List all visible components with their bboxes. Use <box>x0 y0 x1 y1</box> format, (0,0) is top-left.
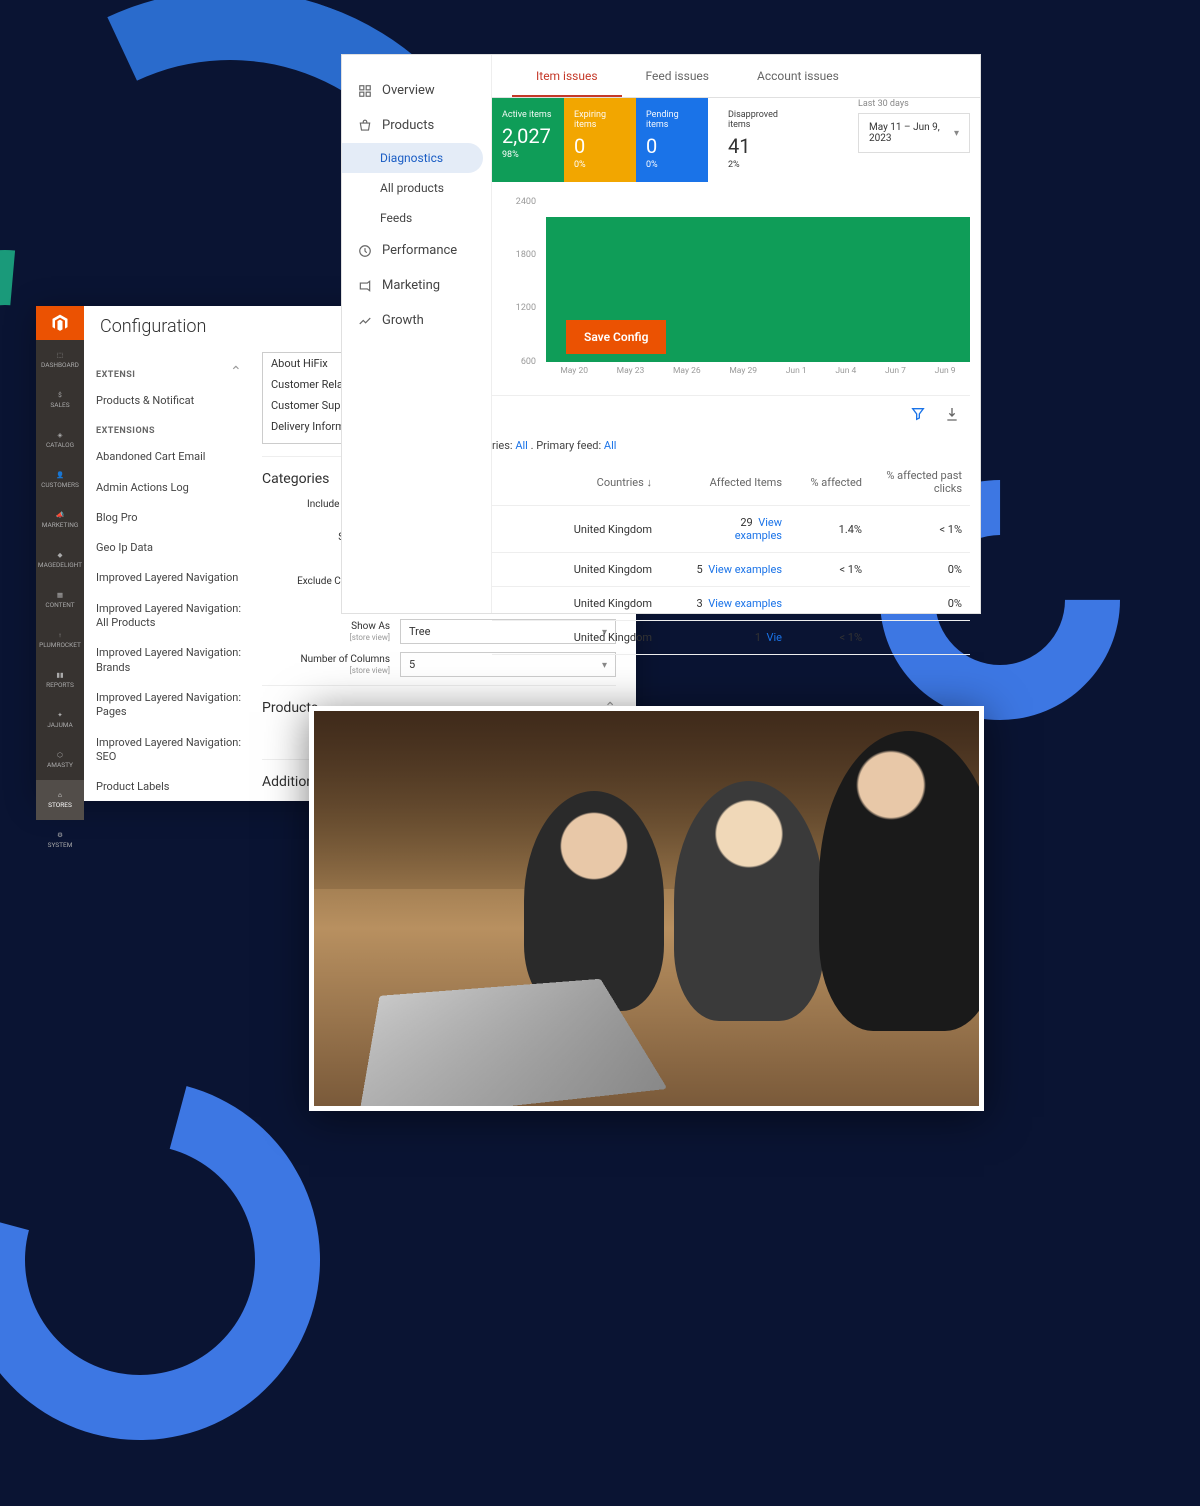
growth-icon <box>358 314 372 328</box>
feed-filter-link[interactable]: All <box>604 439 617 452</box>
nav-dashboard[interactable]: ⬚DASHBOARD <box>36 340 84 380</box>
person-figure <box>524 791 664 1011</box>
megaphone-icon: 📣 <box>56 511 64 519</box>
menu-item[interactable]: Improved Layered Navigation: Brands <box>96 638 242 683</box>
bar-chart-icon: ▮▮ <box>56 671 63 679</box>
field-label: Number of Columns[store view] <box>262 654 390 676</box>
sidebar-sub-feeds[interactable]: Feeds <box>342 203 491 233</box>
sidebar-item-marketing[interactable]: Marketing <box>342 268 491 303</box>
table-row: United Kingdom 5 View examples < 1% 0% <box>492 553 970 587</box>
nav-jajuma[interactable]: ✦JAJUMA <box>36 700 84 740</box>
menu-item[interactable]: Product Labels <box>96 772 242 801</box>
menu-section-header: EXTENSIONS <box>96 416 242 442</box>
sort-icon: ↓ <box>647 476 653 489</box>
menu-item[interactable]: Geo Ip Data <box>96 533 242 563</box>
page-icon: ▦ <box>57 591 63 599</box>
stat-expiring-items[interactable]: Expiring items 0 0% <box>564 98 636 182</box>
nav-amasty[interactable]: ⬡AMASTY <box>36 740 84 780</box>
table-row: United Kingdom 1 Vie < 1% <box>492 621 970 655</box>
nav-system[interactable]: ⚙SYSTEM <box>36 820 84 860</box>
table-toolbar <box>492 395 970 432</box>
diamond-icon: ◆ <box>58 551 63 559</box>
stat-disapproved-items[interactable]: Disapproved items 41 2% <box>708 98 808 182</box>
tab-item-issues[interactable]: Item issues <box>512 55 622 97</box>
stat-pending-items[interactable]: Pending items 0 0% <box>636 98 708 182</box>
sidebar-item-growth[interactable]: Growth <box>342 303 491 338</box>
chevron-down-icon <box>954 128 959 139</box>
sidebar-item-performance[interactable]: Performance <box>342 233 491 268</box>
nav-catalog[interactable]: ◈CATALOG <box>36 420 84 460</box>
person-figure <box>674 781 824 1021</box>
products-icon <box>358 119 372 133</box>
menu-item[interactable]: Improved Layered Navigation: All Product… <box>96 594 242 639</box>
hex-icon: ⬡ <box>57 751 63 759</box>
gm-tabs: Item issues Feed issues Account issues <box>492 55 980 98</box>
store-icon: ⌂ <box>58 791 62 799</box>
download-icon[interactable] <box>944 406 960 422</box>
nav-reports[interactable]: ▮▮REPORTS <box>36 660 84 700</box>
overview-icon <box>358 84 372 98</box>
field-label: Show As[store view] <box>262 621 390 643</box>
col-country[interactable]: Countries ↓ <box>500 476 692 489</box>
chevron-down-icon <box>602 658 607 671</box>
dollar-icon: $ <box>58 391 62 399</box>
menu-item[interactable]: Products & Notificat <box>96 386 242 416</box>
photo-card <box>309 706 984 1111</box>
sidebar-sub-diagnostics[interactable]: Diagnostics <box>342 143 483 173</box>
nav-magedelight[interactable]: ◆MAGEDELIGHT <box>36 540 84 580</box>
magento-nav: ⬚DASHBOARD $SALES ◈CATALOG 👤CUSTOMERS 📣M… <box>36 306 84 801</box>
x-axis: May 20 May 23 May 26 May 29 Jun 1 Jun 4 … <box>546 366 970 382</box>
nav-marketing[interactable]: 📣MARKETING <box>36 500 84 540</box>
nav-customers[interactable]: 👤CUSTOMERS <box>36 460 84 500</box>
sidebar-sub-all-products[interactable]: All products <box>342 173 491 203</box>
feed-filter-link[interactable]: All <box>515 439 528 452</box>
y-axis: 2400 1800 1200 600 <box>512 202 542 362</box>
table-row: United Kingdom 29 View examples 1.4% < 1… <box>492 506 970 553</box>
magento-logo[interactable] <box>36 306 84 340</box>
menu-item[interactable]: Admin Actions Log <box>96 473 242 503</box>
date-range-picker: Last 30 days May 11 – Jun 9, 2023 <box>858 99 970 153</box>
gear-icon: ⚙ <box>57 831 63 839</box>
team-photo <box>314 711 979 1106</box>
view-examples-link[interactable]: Vie <box>766 631 782 644</box>
date-range-select[interactable]: May 11 – Jun 9, 2023 <box>858 113 970 153</box>
tab-account-issues[interactable]: Account issues <box>733 55 863 97</box>
rocket-icon: ↑ <box>58 631 61 639</box>
person-icon: 👤 <box>56 471 64 479</box>
sidebar-item-products[interactable]: Products <box>342 108 491 143</box>
menu-item[interactable]: Blog Pro <box>96 503 242 533</box>
active-items-chart: 2400 1800 1200 600 May 20 May 23 May 26 … <box>512 202 970 382</box>
menu-item[interactable]: Improved Layered Navigation <box>96 563 242 593</box>
page-title: Configuration <box>100 316 206 337</box>
nav-stores[interactable]: ⌂STORES <box>36 780 84 820</box>
table-row: United Kingdom 3 View examples 0% <box>492 587 970 621</box>
person-figure <box>819 731 984 1031</box>
nav-content[interactable]: ▦CONTENT <box>36 580 84 620</box>
issues-table: Countries ↓ Affected Items % affected % … <box>492 459 970 655</box>
menu-item[interactable]: Abandoned Cart Email <box>96 442 242 472</box>
columns-select[interactable]: 5 <box>400 652 616 677</box>
config-left-menu: EXTENSI Products & Notificat EXTENSIONS … <box>84 354 254 801</box>
star-icon: ✦ <box>57 711 62 719</box>
sidebar-item-overview[interactable]: Overview <box>342 73 491 108</box>
menu-item[interactable]: Improved Layered Navigation: SEO <box>96 728 242 773</box>
stat-active-items[interactable]: Active items 2,027 98% <box>492 98 564 182</box>
performance-icon <box>358 244 372 258</box>
collapse-icon[interactable] <box>230 364 246 380</box>
gm-sidebar: Overview Products Diagnostics All produc… <box>342 55 492 613</box>
marketing-icon <box>358 279 372 293</box>
dashboard-icon: ⬚ <box>57 351 63 359</box>
nav-sales[interactable]: $SALES <box>36 380 84 420</box>
menu-item[interactable]: Improved Layered Navigation: Pages <box>96 683 242 728</box>
view-examples-link[interactable]: View examples <box>708 597 782 610</box>
nav-plumrocket[interactable]: ↑PLUMROCKET <box>36 620 84 660</box>
menu-section-header: EXTENSI <box>96 360 242 386</box>
tab-feed-issues[interactable]: Feed issues <box>622 55 733 97</box>
filter-icon[interactable] <box>910 406 926 422</box>
view-examples-link[interactable]: View examples <box>708 563 782 576</box>
table-header: Countries ↓ Affected Items % affected % … <box>492 459 970 506</box>
save-config-button[interactable]: Save Config <box>566 320 666 354</box>
feed-filter-text: ries: All . Primary feed: All <box>492 439 616 452</box>
tag-icon: ◈ <box>58 431 63 439</box>
